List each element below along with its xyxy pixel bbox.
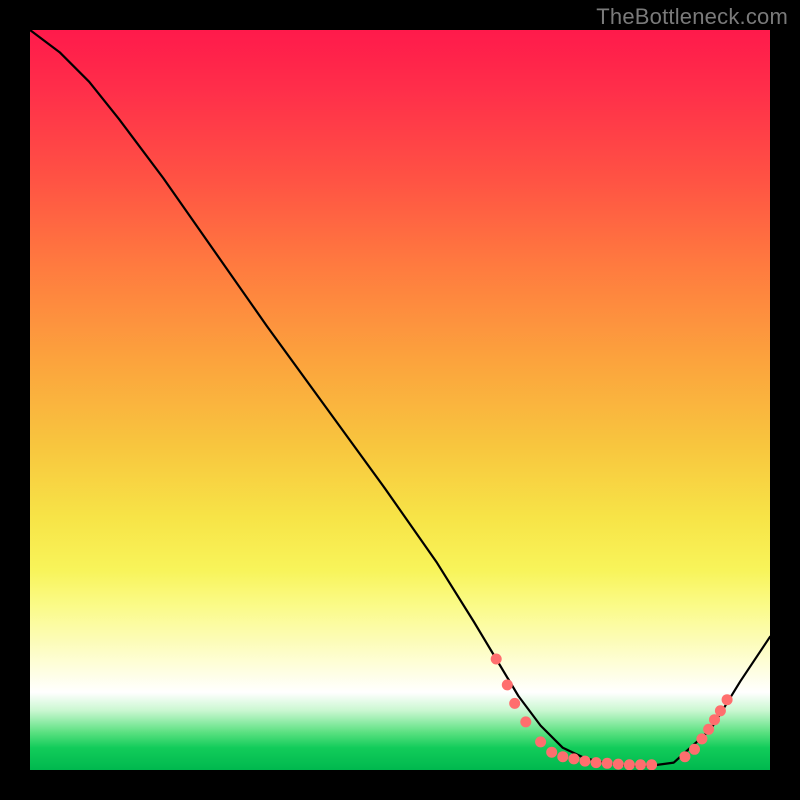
- data-point-marker: [703, 724, 714, 735]
- data-point-marker: [602, 758, 613, 769]
- data-point-marker: [546, 747, 557, 758]
- data-point-marker: [491, 654, 502, 665]
- data-point-marker: [689, 744, 700, 755]
- data-point-marker: [557, 751, 568, 762]
- data-point-marker: [520, 716, 531, 727]
- marker-layer: [491, 654, 733, 771]
- watermark-text: TheBottleneck.com: [596, 4, 788, 30]
- plot-area: [30, 30, 770, 770]
- data-point-marker: [624, 759, 635, 770]
- data-point-marker: [568, 753, 579, 764]
- data-point-marker: [580, 756, 591, 767]
- curve-svg: [30, 30, 770, 770]
- data-point-marker: [646, 759, 657, 770]
- data-point-marker: [722, 694, 733, 705]
- curve-line: [30, 30, 770, 766]
- data-point-marker: [613, 759, 624, 770]
- data-point-marker: [509, 698, 520, 709]
- data-point-marker: [635, 759, 646, 770]
- data-point-marker: [535, 736, 546, 747]
- data-point-marker: [679, 751, 690, 762]
- data-point-marker: [502, 679, 513, 690]
- data-point-marker: [696, 733, 707, 744]
- data-point-marker: [715, 705, 726, 716]
- chart-frame: TheBottleneck.com: [0, 0, 800, 800]
- data-point-marker: [591, 757, 602, 768]
